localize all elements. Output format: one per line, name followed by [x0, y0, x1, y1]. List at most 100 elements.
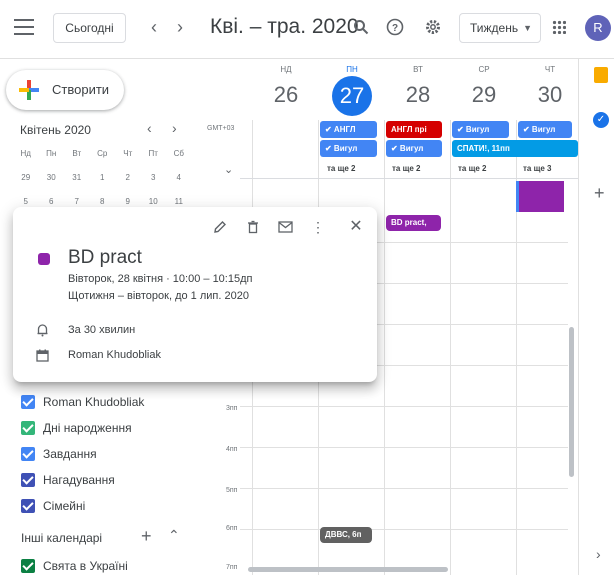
calendar-checkbox[interactable]: [21, 421, 35, 435]
vertical-scrollbar[interactable]: [569, 327, 574, 477]
mini-next-chevron-icon[interactable]: ›: [172, 120, 177, 136]
mini-prev-chevron-icon[interactable]: ‹: [147, 120, 152, 136]
mini-weekday: Сб: [173, 149, 184, 158]
allday-event-chip[interactable]: ✔ Вигул: [320, 140, 377, 157]
day-header-sun[interactable]: НД 26: [253, 63, 319, 111]
time-label: 5пп: [226, 487, 238, 494]
more-events-link[interactable]: та ще 2: [327, 164, 355, 173]
mini-weekday-row: Нд Пн Вт Ср Чт Пт Сб: [13, 142, 193, 166]
day-name: ВТ: [413, 65, 423, 74]
calendar-checkbox[interactable]: [21, 447, 35, 461]
today-button[interactable]: Сьогодні: [53, 13, 126, 43]
day-header-mon-today[interactable]: ПН 27: [319, 63, 385, 116]
event-bd-pract[interactable]: BD pract,: [386, 215, 441, 231]
more-events-link[interactable]: та ще 2: [458, 164, 486, 173]
calendar-checkbox[interactable]: [21, 473, 35, 487]
tasks-check-icon[interactable]: ✓: [593, 112, 609, 128]
mini-day[interactable]: 2: [115, 166, 141, 190]
day-number[interactable]: 27: [332, 76, 372, 116]
expand-side-panel-chevron-icon[interactable]: ›: [596, 546, 601, 562]
horizontal-scrollbar[interactable]: [248, 567, 448, 572]
email-envelope-icon[interactable]: [275, 217, 295, 237]
mini-day[interactable]: 4: [166, 166, 192, 190]
day-number[interactable]: 28: [385, 79, 451, 111]
edit-pencil-icon[interactable]: [210, 217, 230, 237]
allday-event-chip[interactable]: АНГЛ прі: [386, 121, 442, 138]
calendar-label: Roman Khudobliak: [43, 395, 145, 409]
view-select-label: Тиждень: [470, 21, 519, 35]
apps-grid-icon[interactable]: [552, 20, 566, 34]
day-number[interactable]: 30: [517, 79, 583, 111]
event-color-swatch: [38, 253, 50, 265]
day-name: ПН: [346, 65, 358, 74]
allday-event-chip[interactable]: ✔ Вигул: [518, 121, 572, 138]
mini-calendar-title: Квітень 2020: [20, 123, 91, 137]
mini-weekday: Пт: [148, 149, 158, 158]
calendar-checkbox[interactable]: [21, 499, 35, 513]
allday-event-chip[interactable]: ✔ Вигул: [386, 140, 442, 157]
collapse-chevron-up-icon[interactable]: ⌃: [168, 527, 180, 544]
calendar-owner-icon: [36, 349, 49, 367]
help-icon[interactable]: ?: [382, 14, 408, 40]
timed-event-block[interactable]: [516, 181, 564, 212]
chevron-right-icon[interactable]: ›: [169, 14, 191, 40]
time-label: 4пп: [226, 446, 238, 453]
day-number[interactable]: 26: [253, 79, 319, 111]
grid-column-divider: [384, 120, 385, 575]
more-options-vertical-icon[interactable]: ⋮: [308, 217, 328, 237]
create-button[interactable]: Створити: [6, 70, 124, 110]
allday-event-chip-span[interactable]: СПАТИ!, 11пп: [452, 140, 578, 157]
mini-day[interactable]: 29: [13, 166, 39, 190]
side-panel-divider: [578, 59, 579, 575]
add-addon-plus-icon[interactable]: +: [594, 183, 605, 204]
mini-day[interactable]: 3: [141, 166, 167, 190]
header-divider: [0, 58, 614, 59]
search-icon[interactable]: [348, 14, 374, 40]
calendar-checkbox[interactable]: [21, 395, 35, 409]
hour-line: [240, 406, 568, 407]
calendar-label: Завдання: [43, 447, 97, 461]
allday-event-chip[interactable]: ✔ АНГЛ: [320, 121, 377, 138]
hour-line: [240, 488, 568, 489]
time-label: 6пп: [226, 525, 238, 532]
grid-column-divider: [450, 120, 451, 575]
calendar-label: Дні народження: [43, 421, 132, 435]
mini-day[interactable]: 1: [90, 166, 116, 190]
more-events-link[interactable]: та ще 2: [392, 164, 420, 173]
calendar-label: Свята в Україні: [43, 559, 128, 573]
close-icon[interactable]: ✕: [346, 217, 366, 237]
day-number[interactable]: 29: [451, 79, 517, 111]
keep-icon[interactable]: [594, 67, 608, 83]
day-header-thu[interactable]: ЧТ 30: [517, 63, 583, 111]
delete-trash-icon[interactable]: [243, 217, 263, 237]
day-header-wed[interactable]: СР 29: [451, 63, 517, 111]
event-datetime: Вівторок, 28 квітня · 10:00 – 10:15дп: [68, 273, 253, 285]
bell-icon: [36, 323, 49, 342]
settings-gear-icon[interactable]: [420, 14, 446, 40]
hour-line: [240, 529, 568, 530]
date-range-title: Кві. – тра. 2020: [210, 15, 359, 38]
main-menu-icon[interactable]: [14, 19, 34, 35]
time-label: 3пп: [226, 405, 238, 412]
event-recurrence: Щотижня – вівторок, до 1 лип. 2020: [68, 290, 249, 302]
expand-allday-chevron-icon[interactable]: ⌄: [224, 163, 233, 176]
day-name: ЧТ: [544, 65, 556, 74]
chevron-left-icon[interactable]: ‹: [143, 14, 165, 40]
event-calendar-owner: Roman Khudobliak: [68, 349, 161, 361]
event-details-popup: ⋮ ✕ BD pract Вівторок, 28 квітня · 10:00…: [13, 207, 377, 382]
mini-day[interactable]: 31: [64, 166, 90, 190]
calendar-checkbox[interactable]: [21, 559, 35, 573]
day-name: СР: [478, 65, 490, 74]
view-select[interactable]: Тиждень ▼: [459, 13, 541, 43]
day-header-tue[interactable]: ВТ 28: [385, 63, 451, 111]
mini-weekday: Пн: [46, 149, 57, 158]
account-avatar[interactable]: R: [585, 15, 611, 41]
calendar-label: Нагадування: [43, 473, 115, 487]
mini-day[interactable]: 30: [39, 166, 65, 190]
mini-weekday: Ср: [97, 149, 108, 158]
add-other-calendar-plus-icon[interactable]: +: [141, 526, 152, 547]
event-dvvs[interactable]: ДВВС, 6п: [320, 527, 372, 543]
caret-down-icon: ▼: [523, 23, 532, 33]
more-events-link[interactable]: та ще 3: [523, 164, 551, 173]
allday-event-chip[interactable]: ✔ Вигул: [452, 121, 509, 138]
